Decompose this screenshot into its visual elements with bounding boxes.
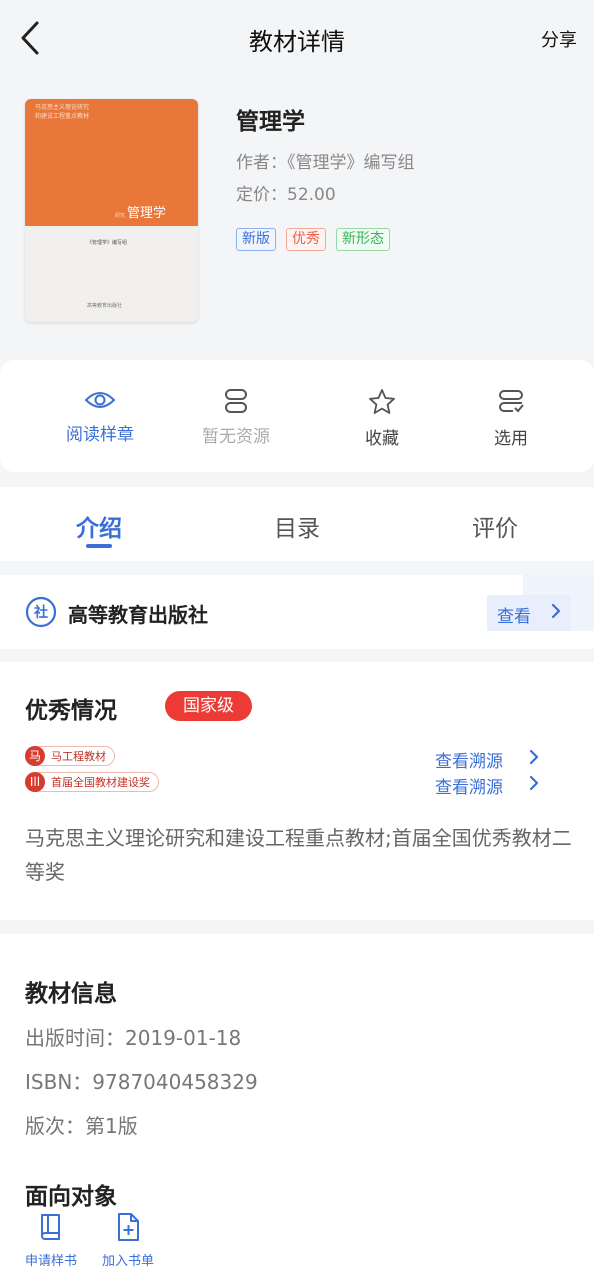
bottom-label: 加入书单: [102, 1254, 155, 1269]
award-icon: Ill: [25, 772, 45, 792]
award-badge-national: Ill 首届全国教材建设奖: [25, 772, 159, 792]
tag-new-edition: 新版: [236, 228, 276, 251]
book-summary: 马克思主义理论研究 和建设工程重点教材 研究 管理学 《管理学》编写组 高等教育出…: [0, 74, 594, 360]
publisher-icon: 社: [25, 596, 57, 628]
tag-excellent: 优秀: [286, 228, 326, 251]
tab-bar: 介绍 目录 评价: [0, 487, 594, 561]
cover-series: 马克思主义理论研究 和建设工程重点教材: [35, 104, 90, 120]
publisher-view-button[interactable]: 查看: [487, 595, 571, 631]
bottom-bar: 申请样书 加入书单: [0, 1208, 594, 1280]
book-icon: [41, 1214, 60, 1240]
tag-new-form: 新形态: [336, 228, 390, 251]
isbn: ISBN：9787040458329: [25, 1070, 258, 1094]
svg-text:社: 社: [33, 604, 48, 621]
tab-intro[interactable]: 介绍: [76, 509, 122, 543]
action-label: 暂无资源: [202, 427, 270, 447]
book-tags: 新版 优秀 新形态: [236, 228, 390, 251]
info-title: 教材信息: [25, 981, 117, 1007]
cover-publisher: 高等教育出版社: [87, 303, 123, 309]
award-badge-ma: 马 马工程教材: [25, 746, 115, 766]
trace-link-2[interactable]: 查看溯源: [435, 773, 539, 798]
book-price: 定价：52.00: [236, 185, 336, 205]
excellence-section: 优秀情况 国家级 马 马工程教材 Ill 首届全国教材建设奖 查看溯源 查看溯源…: [0, 662, 594, 920]
star-icon: [369, 389, 395, 414]
excellence-description: 马克思主义理论研究和建设工程重点教材;首届全国优秀教材二等奖: [25, 826, 572, 884]
book-title: 管理学: [236, 109, 305, 135]
page-title: 教材详情: [249, 28, 345, 56]
edition: 版次：第1版: [25, 1114, 138, 1138]
no-resource-button[interactable]: 暂无资源: [176, 388, 296, 447]
select-icon: [499, 390, 524, 413]
publisher-row: 社 高等教育出版社 查看: [0, 575, 594, 649]
trace-link-1[interactable]: 查看溯源: [435, 747, 539, 772]
publish-date: 出版时间：2019-01-18: [25, 1026, 242, 1050]
award-label: 首届全国教材建设奖: [51, 776, 150, 789]
excellence-title: 优秀情况: [25, 698, 117, 724]
eye-icon: [84, 392, 116, 408]
chevron-right-icon: [551, 603, 561, 619]
resource-icon: [225, 389, 247, 413]
book-author: 作者：《管理学》编写组: [236, 153, 415, 173]
add-document-icon: [118, 1213, 139, 1241]
chevron-right-icon: [529, 749, 539, 765]
action-label: 选用: [494, 429, 528, 449]
chevron-right-icon: [529, 775, 539, 791]
add-to-list-button[interactable]: 加入书单: [102, 1212, 154, 1269]
cover-title: 研究 管理学: [115, 206, 167, 221]
action-label: 收藏: [365, 429, 399, 449]
tab-indicator: [86, 544, 112, 548]
level-badge: 国家级: [165, 691, 252, 721]
award-icon: 马: [25, 746, 45, 766]
cover-editor: 《管理学》编写组: [87, 240, 128, 246]
book-cover[interactable]: 马克思主义理论研究 和建设工程重点教材 研究 管理学 《管理学》编写组 高等教育出…: [25, 99, 198, 322]
award-label: 马工程教材: [51, 750, 106, 763]
action-bar: 阅读样章 暂无资源 收藏 选用: [0, 360, 594, 472]
audience-title: 面向对象: [25, 1184, 117, 1210]
view-label: 查看: [497, 607, 531, 627]
bottom-label: 申请样书: [25, 1254, 78, 1269]
share-button[interactable]: 分享: [541, 26, 577, 52]
read-sample-button[interactable]: 阅读样章: [40, 388, 160, 445]
header: 教材详情 分享: [0, 0, 594, 74]
action-label: 阅读样章: [66, 425, 134, 445]
tab-contents[interactable]: 目录: [274, 509, 320, 543]
tab-reviews[interactable]: 评价: [472, 509, 518, 543]
request-sample-button[interactable]: 申请样书: [25, 1212, 77, 1269]
favorite-button[interactable]: 收藏: [322, 388, 442, 449]
publisher-name: 高等教育出版社: [68, 603, 208, 627]
select-button[interactable]: 选用: [451, 388, 571, 449]
